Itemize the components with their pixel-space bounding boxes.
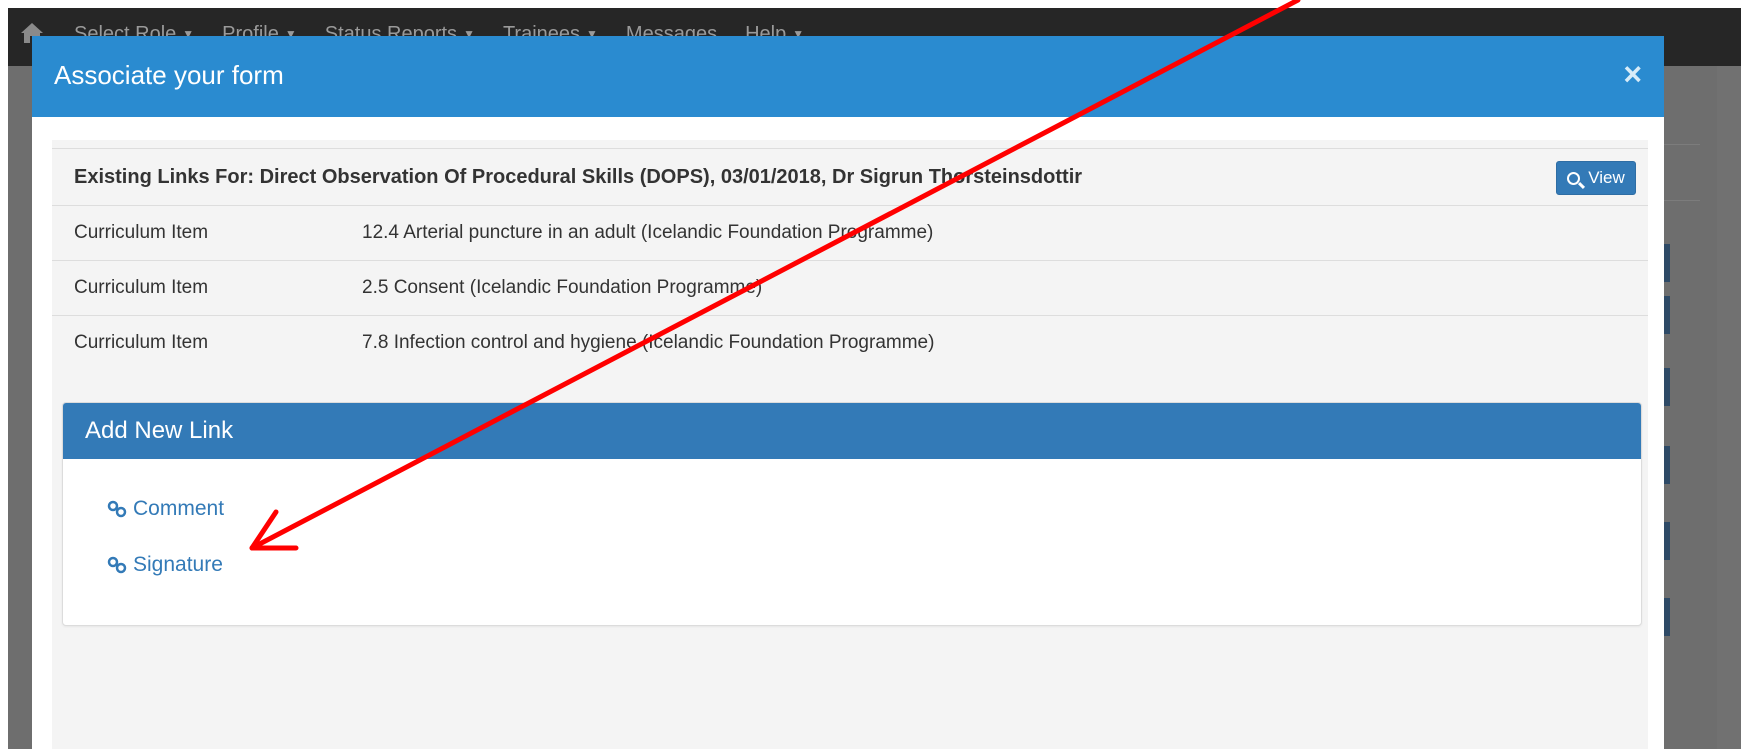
row-type: Curriculum Item <box>74 222 209 243</box>
row-value: 7.8 Infection control and hygiene (Icela… <box>362 332 935 353</box>
signature-link-label: Signature <box>133 553 223 576</box>
row-type: Curriculum Item <box>74 332 209 353</box>
modal-body: Existing Links For: Direct Observation O… <box>52 140 1648 749</box>
row-type: Curriculum Item <box>74 277 209 298</box>
panel-heading: Add New Link <box>63 403 1641 459</box>
comment-link[interactable]: Comment <box>107 497 224 521</box>
link-icon <box>107 500 127 518</box>
link-icon <box>107 556 127 574</box>
close-icon[interactable]: × <box>1623 56 1642 92</box>
comment-link-label: Comment <box>133 497 225 520</box>
table-row: Curriculum Item 12.4 Arterial puncture i… <box>52 206 1648 261</box>
panel-title: Add New Link <box>85 417 234 444</box>
modal-title: Associate your form <box>54 60 284 90</box>
view-button[interactable]: View <box>1556 161 1636 195</box>
background-scrollbar[interactable] <box>1717 66 1741 749</box>
add-new-link-panel: Add New Link Comment Signature <box>62 402 1642 626</box>
modal-header: Associate your form × <box>32 36 1664 117</box>
table-row: Curriculum Item 7.8 Infection control an… <box>52 316 1648 371</box>
row-value: 12.4 Arterial puncture in an adult (Icel… <box>362 222 934 243</box>
signature-link[interactable]: Signature <box>107 553 223 577</box>
table-row: Curriculum Item 2.5 Consent (Icelandic F… <box>52 261 1648 316</box>
search-icon <box>1567 171 1581 185</box>
associate-form-modal: Associate your form × Existing Links For… <box>32 36 1664 749</box>
existing-links-table: Existing Links For: Direct Observation O… <box>52 148 1648 371</box>
view-button-label: View <box>1588 168 1625 187</box>
existing-links-header: Existing Links For: Direct Observation O… <box>52 148 1648 206</box>
existing-links-title: Existing Links For: Direct Observation O… <box>74 166 1083 188</box>
row-value: 2.5 Consent (Icelandic Foundation Progra… <box>362 277 763 298</box>
